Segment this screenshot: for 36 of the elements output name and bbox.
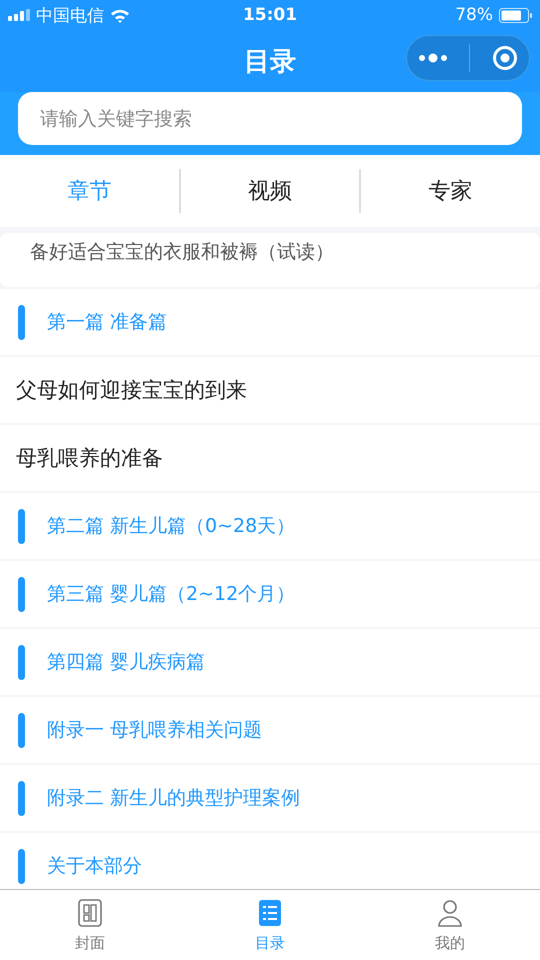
carrier-name: 中国电信 xyxy=(36,4,104,26)
more-icon[interactable] xyxy=(418,52,448,64)
tab-bar-item[interactable]: 我的 xyxy=(360,890,540,960)
lesson-item[interactable]: 备好适合宝宝的衣服和被褥（试读） xyxy=(0,233,540,287)
cover-icon xyxy=(77,898,103,928)
user-icon xyxy=(437,898,463,928)
part-title[interactable]: 第四篇 婴儿疾病篇 xyxy=(47,649,206,675)
part-title[interactable]: 附录二 新生儿的典型护理案例 xyxy=(47,785,300,811)
list-icon xyxy=(257,898,283,928)
category-tab[interactable]: 专家 xyxy=(361,176,540,206)
category-tab[interactable]: 章节 xyxy=(0,176,179,206)
status-time: 15:01 xyxy=(242,5,298,25)
battery-icon xyxy=(499,8,532,22)
battery-percent: 78% xyxy=(455,5,493,25)
tab-bar-item[interactable]: 封面 xyxy=(0,890,180,960)
wifi-icon xyxy=(110,8,130,22)
tab-bar-item[interactable]: 目录 xyxy=(180,890,360,960)
chapter-item[interactable]: 母乳喂养的准备 xyxy=(0,425,540,491)
part-marker xyxy=(18,848,25,884)
part-title[interactable]: 关于本部分 xyxy=(47,853,142,879)
part-marker xyxy=(18,576,25,612)
part-marker xyxy=(18,780,25,816)
part-title[interactable]: 第一篇 准备篇 xyxy=(47,309,168,335)
part-title[interactable]: 第三篇 婴儿篇（2~12个月） xyxy=(47,581,296,607)
category-tab[interactable]: 视频 xyxy=(180,176,360,206)
page-title: 目录 xyxy=(244,46,296,78)
part-title[interactable]: 第二篇 新生儿篇（0~28天） xyxy=(47,513,296,539)
part-title[interactable]: 附录一 母乳喂养相关问题 xyxy=(47,717,262,743)
part-marker xyxy=(18,712,25,748)
part-marker xyxy=(18,508,25,544)
search-field[interactable]: 请输入关键字搜索 xyxy=(18,92,522,145)
part-marker xyxy=(18,304,25,340)
part-marker xyxy=(18,644,25,680)
chapter-item[interactable]: 父母如何迎接宝宝的到来 xyxy=(0,357,540,423)
close-target-icon[interactable] xyxy=(492,45,518,71)
signal-icon xyxy=(8,9,30,21)
